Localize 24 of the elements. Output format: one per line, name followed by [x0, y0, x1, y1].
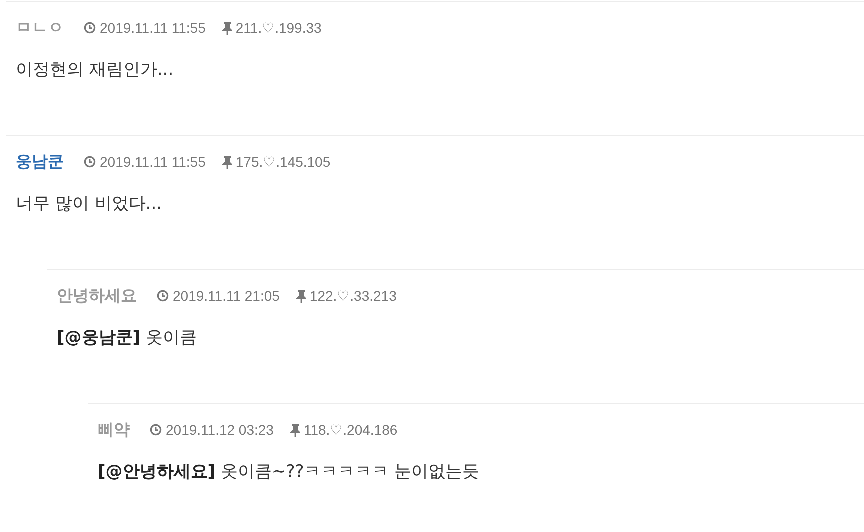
pin-icon	[222, 22, 233, 34]
comment-text: [@웅남쿤] 옷이큼	[57, 327, 198, 349]
author-name[interactable]: 삐약	[98, 420, 130, 440]
author-name[interactable]: 웅남쿤	[16, 152, 64, 172]
clock-icon	[157, 290, 169, 302]
comment-text: [@안녕하세요] 옷이큼~??ㅋㅋㅋㅋㅋ 눈이없는듯	[98, 461, 481, 483]
clock-icon	[150, 424, 162, 436]
ip-address: 211.♡.199.33	[236, 20, 322, 36]
comment-time: 2019.11.11 21:05	[173, 288, 280, 304]
ip-address: 118.♡.204.186	[304, 422, 398, 438]
clock-icon	[84, 22, 96, 34]
comment-time: 2019.11.12 03:23	[166, 422, 274, 438]
pin-icon	[296, 290, 307, 302]
author-name[interactable]: ㅁㄴㅇ	[16, 18, 64, 38]
ip-address: 175.♡.145.105	[236, 154, 331, 170]
pin-icon	[290, 424, 301, 436]
comment-text: 너무 많이 비었다...	[16, 193, 164, 215]
clock-icon	[84, 156, 96, 168]
pin-icon	[222, 156, 233, 168]
comment-time: 2019.11.11 11:55	[100, 20, 206, 36]
ip-address: 122.♡.33.213	[310, 288, 397, 304]
comment-text: 이정현의 재림인가...	[16, 59, 175, 81]
comment-time: 2019.11.11 11:55	[100, 154, 206, 170]
author-name[interactable]: 안녕하세요	[57, 286, 137, 306]
